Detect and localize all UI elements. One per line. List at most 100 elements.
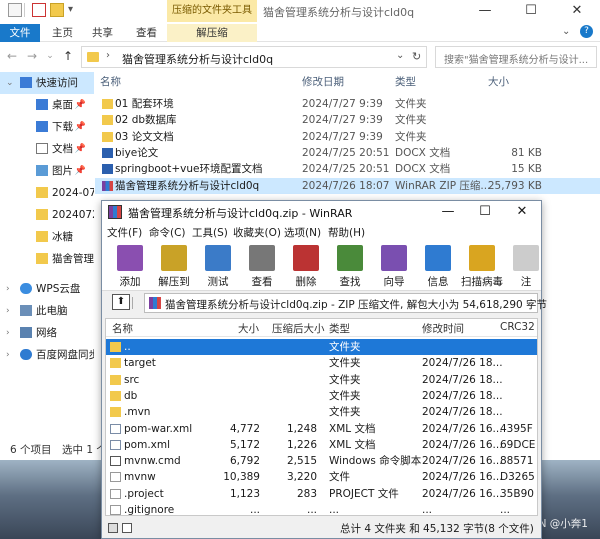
file-row[interactable]: biye论文 2024/7/25 20:51 DOCX 文档 81 KB (95, 145, 600, 161)
menu-file[interactable]: 文件(F) (107, 225, 142, 240)
toolbar-wizard-button[interactable]: 向导 (374, 243, 414, 289)
column-type[interactable]: 类型 (329, 321, 350, 336)
expand-ribbon-icon[interactable]: ⌄ (562, 26, 570, 37)
archive-row[interactable]: .. 文件夹 (106, 339, 537, 356)
nav-item[interactable]: 网络 › (0, 322, 94, 344)
entry-modified: 2024/7/26 18... (422, 406, 503, 419)
chevron-right-icon[interactable]: › (6, 322, 10, 344)
menu-favorites[interactable]: 收藏夹(O) (233, 225, 281, 240)
folder-icon (110, 407, 121, 418)
menu-options[interactable]: 选项(N) (284, 225, 321, 240)
entry-name: db (124, 389, 138, 402)
toolbar-add-archive-button[interactable]: 添加 (110, 243, 150, 289)
window-title: 猫舍管理系统分析与设计cld0q (263, 6, 415, 19)
search-input[interactable]: 搜索"猫舍管理系统分析与设计... (435, 46, 597, 68)
column-date[interactable]: 修改日期 (302, 74, 344, 89)
chevron-down-icon[interactable]: ⌄ (525, 297, 533, 308)
new-folder-icon[interactable] (50, 3, 64, 17)
column-crc[interactable]: CRC32 (500, 321, 535, 333)
breadcrumb[interactable]: 猫舍管理系统分析与设计cld0q (122, 51, 273, 67)
tab-file[interactable]: 文件 (0, 24, 40, 42)
close-button[interactable]: ✕ (554, 0, 600, 22)
toolbar-delete-button[interactable]: 删除 (286, 243, 326, 289)
toolbar-test-button[interactable]: 测试 (198, 243, 238, 289)
file-row[interactable]: 02 db数据库 2024/7/27 9:39 文件夹 (95, 112, 600, 128)
back-icon[interactable]: ← (4, 48, 20, 64)
archive-row[interactable]: mvnw.cmd 6,792 2,515 Windows 命令脚本 2024/7/26 … (106, 453, 537, 469)
nav-item[interactable]: 快速访问 ⌄ (0, 72, 94, 94)
column-size[interactable]: 大小 (238, 321, 259, 336)
nav-item[interactable]: 桌面 📌 (0, 94, 94, 116)
column-packed[interactable]: 压缩后大小 (272, 321, 325, 336)
column-size[interactable]: 大小 (488, 74, 509, 89)
nav-item[interactable]: 2024-07 (0, 182, 94, 204)
file-type: 文件夹 (395, 114, 427, 127)
column-name[interactable]: 名称 (100, 74, 121, 89)
nav-item[interactable]: 下载 📌 (0, 116, 94, 138)
help-icon[interactable]: ? (580, 25, 593, 38)
chevron-right-icon[interactable]: › (6, 278, 10, 300)
menu-tools[interactable]: 工具(S) (192, 225, 228, 240)
file-row[interactable]: springboot+vue环境配置文档 2024/7/25 20:51 DOCX … (95, 161, 600, 177)
maximize-button[interactable]: ☐ (508, 0, 554, 22)
chevron-right-icon[interactable]: ⌄ (6, 72, 14, 94)
refresh-icon[interactable]: ↻ (412, 50, 421, 63)
toolbar-view-button[interactable]: 查看 (242, 243, 282, 289)
menu-commands[interactable]: 命令(C) (149, 225, 186, 240)
chevron-right-icon[interactable]: › (6, 300, 10, 322)
nav-item[interactable]: 冰糖 (0, 226, 94, 248)
forward-icon[interactable]: → (24, 48, 40, 64)
file-row[interactable]: 猫舍管理系统分析与设计cld0q 2024/7/26 18:07 WinRAR ZI… (95, 177, 600, 194)
nav-item-label: 猫舍管理系 (52, 253, 94, 265)
toolbar-find-button[interactable]: 查找 (330, 243, 370, 289)
archive-row[interactable]: pom.xml 5,172 1,226 XML 文档 2024/7/26 16... 69… (106, 437, 537, 453)
archive-row[interactable]: pom-war.xml 4,772 1,248 XML 文档 2024/7/26 16.… (106, 421, 537, 437)
archive-row[interactable]: target 文件夹 2024/7/26 18... (106, 355, 537, 371)
entry-name: mvnw (124, 471, 156, 484)
properties-icon[interactable] (32, 3, 46, 17)
toolbar-comment-button[interactable]: 注 (506, 243, 539, 289)
nav-item[interactable]: 图片 📌 (0, 160, 94, 182)
menu-help[interactable]: 帮助(H) (328, 225, 365, 240)
chevron-down-icon[interactable]: ⌄ (396, 50, 404, 61)
toolbar-extract-to-button[interactable]: 解压到 (154, 243, 194, 289)
file-row[interactable]: 03 论文文档 2024/7/27 9:39 文件夹 (95, 129, 600, 145)
entry-name: .. (124, 341, 131, 353)
nav-item[interactable]: 百度网盘同步 › (0, 344, 94, 366)
nav-item[interactable]: 文档 📌 (0, 138, 94, 160)
toolbar-scan-virus-button[interactable]: 扫描病毒 (461, 243, 503, 289)
column-name[interactable]: 名称 (112, 321, 133, 336)
word-icon (102, 147, 113, 158)
tab-share[interactable]: 共享 (84, 24, 121, 42)
close-button[interactable]: ✕ (503, 201, 541, 223)
chevron-right-icon[interactable]: › (6, 344, 10, 366)
file-size: 25,793 KB (487, 179, 542, 192)
nav-item[interactable]: 此电脑 › (0, 300, 94, 322)
minimize-button[interactable]: — (429, 201, 467, 223)
up-one-level-button[interactable]: ⬆ (112, 294, 130, 310)
tab-extract[interactable]: 解压缩 (167, 24, 257, 42)
archive-row[interactable]: .mvn 文件夹 2024/7/26 18... (106, 404, 537, 420)
column-type[interactable]: 类型 (395, 74, 416, 89)
tab-view[interactable]: 查看 (128, 24, 165, 42)
minimize-button[interactable]: — (462, 0, 508, 22)
archive-path-box[interactable]: 猫舍管理系统分析与设计cld0q.zip - ZIP 压缩文件, 解包大小为 5… (144, 293, 547, 313)
archive-row[interactable]: .gitignore............... (106, 502, 537, 515)
archive-row[interactable]: .project 1,123 283 PROJECT 文件 2024/7/26 16..… (106, 486, 537, 502)
toolbar-info-button[interactable]: 信息 (418, 243, 458, 289)
nav-item[interactable]: 20240726 (0, 204, 94, 226)
customize-qa-icon[interactable]: ▾ (68, 4, 73, 15)
nav-item[interactable]: WPS云盘 › (0, 278, 94, 300)
recent-icon[interactable]: ⌄ (42, 48, 58, 64)
maximize-button[interactable]: ☐ (466, 201, 504, 223)
archive-row[interactable]: db 文件夹 2024/7/26 18... (106, 388, 537, 404)
word-icon (102, 164, 113, 175)
file-row[interactable]: 01 配套环境 2024/7/27 9:39 文件夹 (95, 96, 600, 112)
nav-item[interactable]: 猫舍管理系 (0, 248, 94, 270)
address-bar[interactable]: › 猫舍管理系统分析与设计cld0q ⌄ ↻ (81, 46, 427, 68)
up-icon[interactable]: ↑ (60, 48, 76, 64)
archive-row[interactable]: src 文件夹 2024/7/26 18... (106, 372, 537, 388)
archive-row[interactable]: mvnw 10,389 3,220 文件 2024/7/26 16... D3265 (106, 469, 537, 485)
tab-home[interactable]: 主页 (44, 24, 81, 42)
column-modified[interactable]: 修改时间 (422, 321, 464, 336)
